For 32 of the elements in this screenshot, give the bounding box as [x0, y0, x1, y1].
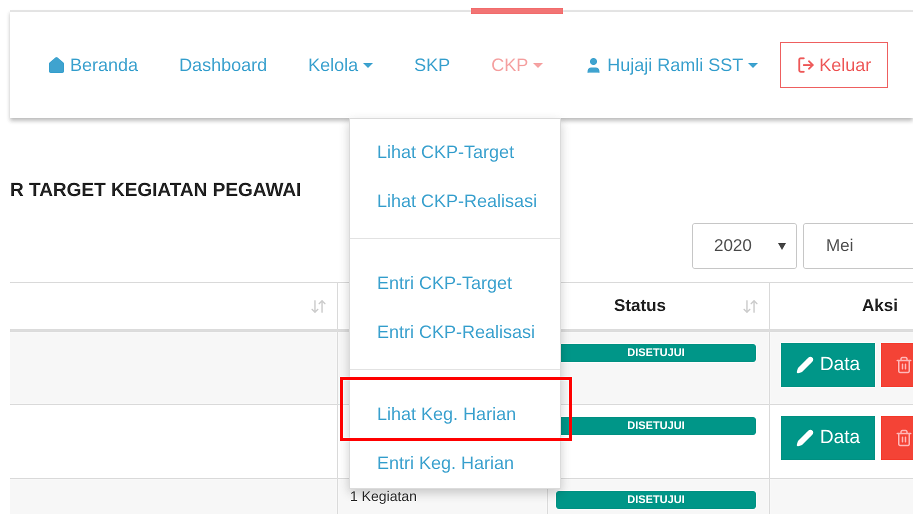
delete-button[interactable] — [881, 343, 913, 387]
sort-icon[interactable] — [742, 298, 759, 314]
nav-link[interactable]: Hujaji Ramli SST — [584, 53, 758, 77]
page-title: R TARGET KEGIATAN PEGAWAI — [10, 181, 302, 201]
dropdown-arrow-icon — [778, 242, 786, 250]
trash-icon — [895, 356, 913, 374]
menu-item[interactable]: Lihat CKP-Target — [377, 139, 514, 166]
edit-data-button[interactable]: Data — [781, 416, 875, 460]
pencil-icon — [796, 429, 814, 447]
menu-item[interactable]: Lihat CKP-Realisasi — [377, 188, 538, 215]
nav-link[interactable]: SKP — [414, 53, 450, 77]
nav-link[interactable]: Dashboard — [179, 53, 268, 77]
edit-data-button[interactable]: Data — [781, 343, 875, 387]
logout-icon — [797, 56, 816, 74]
year-select[interactable]: 2020 — [692, 223, 797, 269]
menu-item[interactable]: Entri Keg. Harian — [377, 450, 514, 477]
delete-button[interactable] — [881, 416, 913, 460]
nav-link[interactable]: Beranda — [47, 53, 138, 77]
pencil-icon — [796, 356, 814, 374]
sort-icon[interactable] — [310, 298, 327, 314]
home-icon — [47, 56, 66, 74]
menu-item[interactable]: Entri CKP-Realisasi — [377, 319, 536, 346]
status-badge: DISETUJUI — [556, 491, 756, 509]
menu-item[interactable]: Entri CKP-Target — [377, 270, 512, 297]
nav-link[interactable]: CKP — [491, 53, 544, 77]
table-cell: 1 Kegiatan — [350, 488, 417, 504]
menu-item[interactable]: Lihat Keg. Harian — [377, 401, 516, 428]
month-select[interactable]: Mei — [803, 223, 913, 269]
nav-link[interactable]: Kelola — [308, 53, 374, 77]
trash-icon — [895, 429, 913, 447]
column-header: Aksi — [861, 295, 899, 318]
logout-button[interactable]: Keluar — [780, 42, 888, 88]
